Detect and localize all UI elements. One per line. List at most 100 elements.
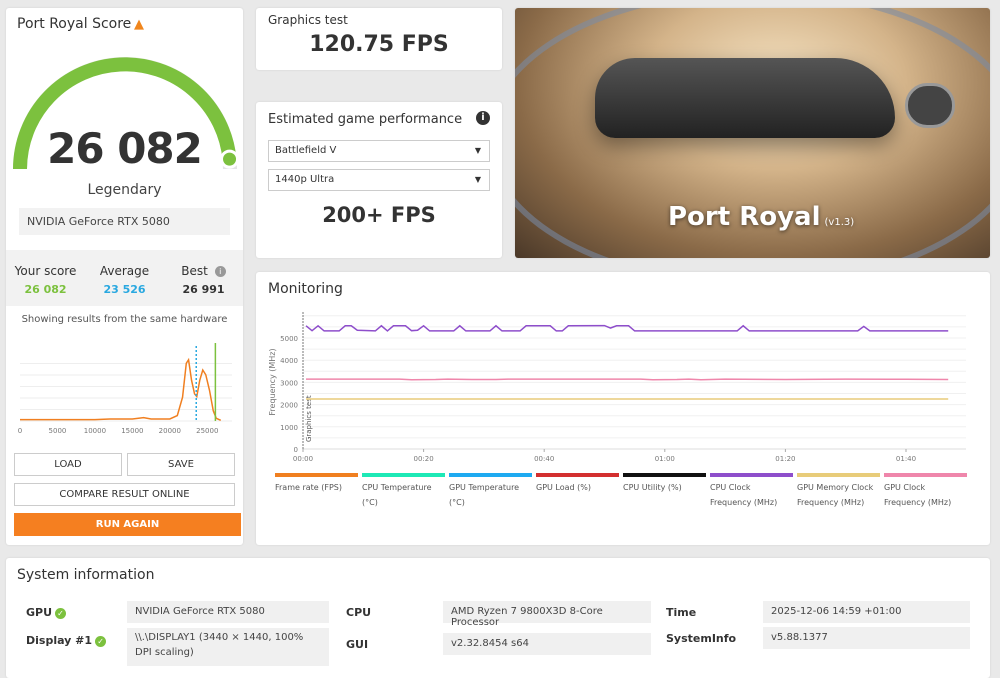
- benchmark-name: Port Royal (v1.3): [668, 202, 854, 232]
- graphics-test-card: Graphics test 120.75 FPS: [256, 8, 502, 70]
- score-distribution-chart: 0 5000 10000 15000 20000 25000: [18, 343, 232, 433]
- legend-label: GPU Memory Clock Frequency (MHz): [797, 483, 874, 507]
- marker-label: Graphics test: [305, 395, 313, 442]
- load-button[interactable]: LOAD: [14, 453, 122, 476]
- x-tick-label: 01:00: [655, 455, 675, 463]
- game-select[interactable]: Battlefield V ▼: [268, 140, 490, 162]
- series-line: [306, 378, 949, 381]
- x-tick-label: 01:40: [896, 455, 916, 463]
- legend-item[interactable]: CPU Clock Frequency (MHz): [710, 473, 797, 510]
- x-tick-label: 10000: [84, 427, 106, 433]
- monitoring-chart: Graphics test 0 1000 2000 3000 4000 5000Freque…: [268, 312, 966, 463]
- gpu-label: GPU ✓: [26, 606, 67, 619]
- legend-item[interactable]: GPU Clock Frequency (MHz): [884, 473, 971, 510]
- check-icon: ✓: [55, 607, 67, 619]
- systeminfo-value: v5.88.1377: [763, 627, 970, 649]
- legend-item[interactable]: GPU Load (%): [536, 473, 623, 510]
- legend-item[interactable]: CPU Temperature (°C): [362, 473, 449, 510]
- graphics-test-label: Graphics test: [268, 13, 348, 27]
- display-label: Display #1 ✓: [26, 634, 107, 647]
- save-button[interactable]: SAVE: [127, 453, 235, 476]
- x-tick-label: 25000: [196, 427, 218, 433]
- compare-online-button[interactable]: COMPARE RESULT ONLINE: [14, 483, 235, 506]
- x-tick-label: 20000: [159, 427, 181, 433]
- stat-value: 26 991: [182, 283, 225, 296]
- game-value: Battlefield V: [275, 145, 337, 156]
- legend-label: CPU Utility (%): [623, 483, 682, 492]
- legend-label: GPU Temperature (°C): [449, 483, 520, 507]
- legend-swatch: [710, 473, 793, 477]
- x-tick-label: 00:00: [293, 455, 313, 463]
- x-tick-label: 01:20: [775, 455, 795, 463]
- legend-label: GPU Load (%): [536, 483, 591, 492]
- stat-your-score: Your score 26 082: [6, 250, 85, 306]
- stat-label: Your score: [14, 264, 77, 278]
- gpu-name: NVIDIA GeForce RTX 5080: [19, 208, 230, 235]
- benchmark-version: (v1.3): [824, 217, 855, 228]
- legend-item[interactable]: GPU Memory Clock Frequency (MHz): [797, 473, 884, 510]
- legend-item[interactable]: Frame rate (FPS): [275, 473, 362, 510]
- legend-label: Frame rate (FPS): [275, 483, 343, 492]
- caret-down-icon: ▼: [474, 175, 481, 184]
- y-tick-label: 2000: [280, 402, 298, 410]
- ship-illustration: [595, 58, 895, 138]
- legend-item[interactable]: CPU Utility (%): [623, 473, 710, 510]
- graphics-test-fps: 120.75 FPS: [309, 32, 449, 57]
- time-label: Time: [666, 606, 697, 619]
- series-line: [305, 324, 949, 332]
- y-axis-label: Frequency (MHz): [268, 348, 277, 415]
- check-icon: ✓: [95, 635, 107, 647]
- estimated-fps: 200+ FPS: [322, 203, 436, 227]
- score-value: 26 082: [47, 124, 203, 173]
- legend-swatch: [623, 473, 706, 477]
- x-tick-label: 15000: [121, 427, 143, 433]
- stat-label: Best: [181, 264, 208, 278]
- monitoring-card: Monitoring Graphics test 0 1000 2000 3000 400…: [256, 272, 990, 545]
- legend-label: GPU Clock Frequency (MHz): [884, 483, 952, 507]
- benchmark-hero-image: Port Royal (v1.3): [515, 8, 990, 258]
- pod-illustration: [905, 83, 955, 128]
- gui-label: GUI: [346, 638, 369, 651]
- preset-select[interactable]: 1440p Ultra ▼: [268, 169, 490, 191]
- stat-value: 26 082: [24, 283, 67, 296]
- score-stats: Your score 26 082 Average 23 526 Best i 26 …: [6, 250, 243, 306]
- stat-best: Best i 26 991: [164, 250, 243, 306]
- legend-label: CPU Clock Frequency (MHz): [710, 483, 778, 507]
- y-tick-label: 1000: [280, 424, 298, 432]
- legend-swatch: [449, 473, 532, 477]
- x-tick-label: 00:20: [414, 455, 434, 463]
- x-tick-label: 00:40: [534, 455, 554, 463]
- y-tick-label: 0: [294, 446, 298, 454]
- stat-value: 23 526: [103, 283, 146, 296]
- legend-swatch: [275, 473, 358, 477]
- distribution-line: [20, 357, 222, 422]
- stat-label: Average: [99, 264, 150, 278]
- stat-average: Average 23 526: [85, 250, 164, 306]
- legend-label: CPU Temperature (°C): [362, 483, 432, 507]
- caret-down-icon: ▼: [474, 146, 481, 155]
- info-icon[interactable]: i: [214, 266, 226, 277]
- legend-swatch: [797, 473, 880, 477]
- gui-value: v2.32.8454 s64: [443, 633, 651, 655]
- cpu-value: AMD Ryzen 7 9800X3D 8-Core Processor: [443, 601, 651, 628]
- benchmark-title: Port Royal: [668, 202, 821, 232]
- y-tick-label: 5000: [280, 335, 298, 343]
- rank-label: Legendary: [87, 182, 162, 198]
- estimated-performance-card: Estimated game performance i Battlefield…: [256, 102, 502, 258]
- systeminfo-label: SystemInfo: [666, 632, 737, 645]
- score-card: Port Royal Score ▲ 26 082 Legendary NVID…: [6, 8, 243, 545]
- legend-item[interactable]: GPU Temperature (°C): [449, 473, 536, 510]
- gpu-value: NVIDIA GeForce RTX 5080: [127, 601, 329, 623]
- legend-swatch: [884, 473, 967, 477]
- same-hardware-note: Showing results from the same hardware: [21, 314, 228, 325]
- time-value: 2025-12-06 14:59 +01:00: [763, 601, 970, 623]
- run-again-button[interactable]: RUN AGAIN: [14, 513, 241, 536]
- cpu-label: CPU: [346, 606, 372, 619]
- x-tick-label: 0: [18, 427, 22, 433]
- x-tick-label: 5000: [49, 427, 67, 433]
- y-tick-label: 3000: [280, 379, 298, 387]
- y-tick-label: 4000: [280, 357, 298, 365]
- info-icon[interactable]: i: [476, 111, 490, 125]
- preset-value: 1440p Ultra: [275, 174, 335, 185]
- estimated-title: Estimated game performance: [268, 112, 463, 127]
